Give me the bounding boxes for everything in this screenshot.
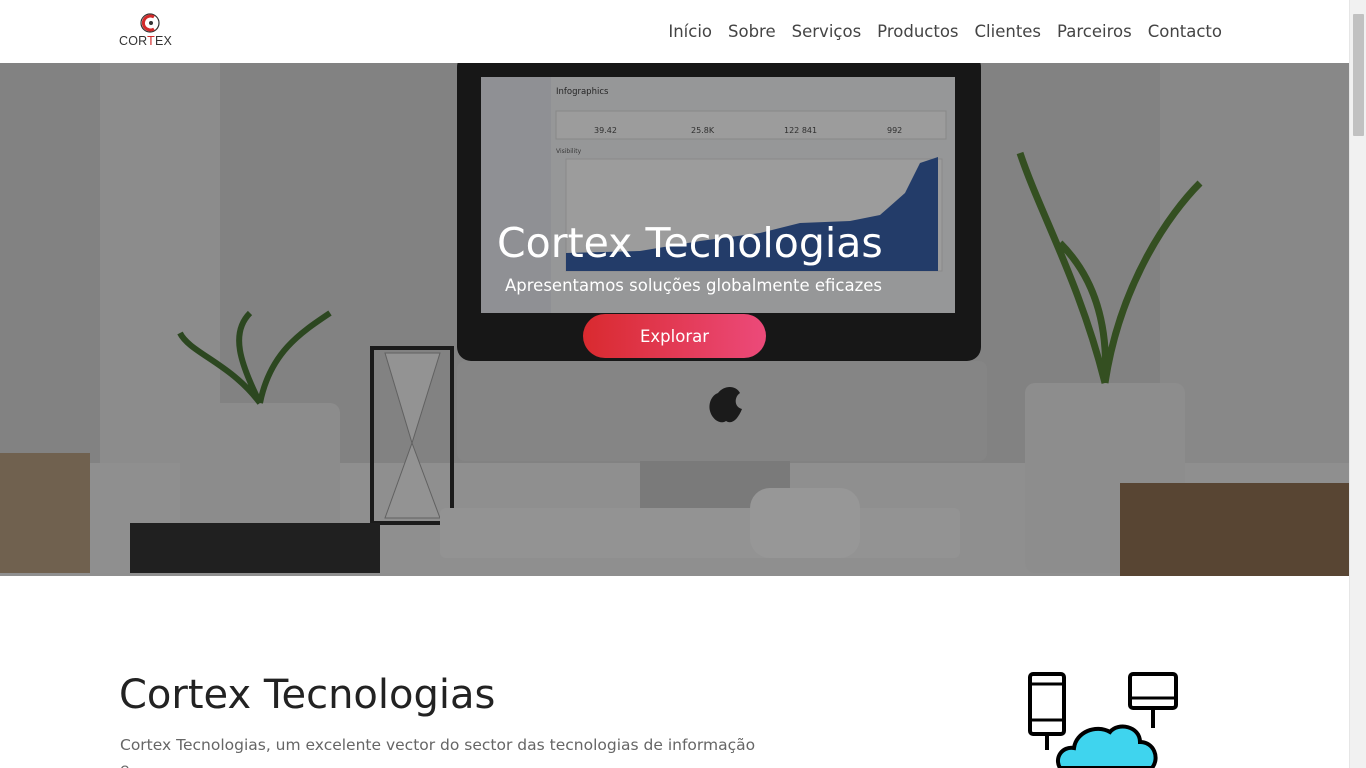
- navbar: CORTEX Início Sobre Serviços Productos C…: [0, 0, 1349, 63]
- nav-item-clientes[interactable]: Clientes: [975, 22, 1042, 41]
- main-nav: Início Sobre Serviços Productos Clientes…: [652, 0, 1222, 63]
- about-text: Cortex Tecnologias, um excelente vector …: [120, 736, 756, 768]
- nav-item-servicos[interactable]: Serviços: [792, 22, 862, 41]
- nav-item-inicio[interactable]: Início: [668, 22, 712, 41]
- network-cloud-icon: [1028, 672, 1178, 768]
- scrollbar-thumb[interactable]: [1353, 14, 1364, 136]
- about-title: Cortex Tecnologias: [119, 672, 496, 718]
- cortex-logo[interactable]: CORTEX: [119, 12, 181, 52]
- nav-item-productos[interactable]: Productos: [877, 22, 958, 41]
- nav-item-sobre[interactable]: Sobre: [728, 22, 776, 41]
- hero-subtitle: Apresentamos soluções globalmente eficaz…: [505, 276, 883, 295]
- explore-button[interactable]: Explorar: [583, 314, 766, 358]
- hero-title: Cortex Tecnologias: [497, 219, 883, 267]
- nav-item-contacto[interactable]: Contacto: [1148, 22, 1222, 41]
- hero-section: Infographics 39.42 25.8K 122 841 992 Vis…: [0, 63, 1349, 576]
- logo-text: CORTEX: [119, 34, 173, 48]
- cortex-logo-icon: [140, 13, 160, 33]
- nav-item-parceiros[interactable]: Parceiros: [1057, 22, 1132, 41]
- page-scrollbar[interactable]: [1349, 0, 1366, 768]
